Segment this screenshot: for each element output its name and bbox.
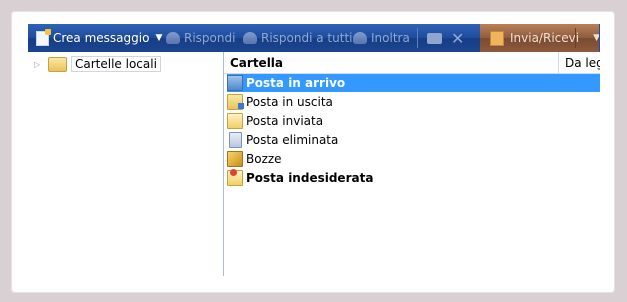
forward-label: Inoltra bbox=[371, 31, 410, 45]
tree-item-label: Cartelle locali bbox=[71, 56, 161, 72]
list-item-junk[interactable]: Posta indesiderata bbox=[227, 169, 600, 187]
forward-button[interactable]: Inoltra bbox=[353, 24, 410, 52]
reply-label: Rispondi bbox=[184, 31, 236, 45]
reply-all-button[interactable]: Rispondi a tutti bbox=[243, 24, 352, 52]
column-divider[interactable] bbox=[558, 52, 559, 73]
forward-icon bbox=[353, 32, 367, 44]
list-item-label: Posta eliminata bbox=[246, 133, 339, 147]
reply-icon bbox=[166, 32, 180, 44]
drafts-icon bbox=[227, 151, 243, 167]
list-item-outbox[interactable]: Posta in uscita bbox=[227, 93, 600, 111]
printer-icon bbox=[427, 32, 442, 44]
delete-button[interactable]: ✕ bbox=[451, 24, 464, 52]
sent-icon bbox=[227, 113, 243, 129]
list-header: Cartella Da leggere bbox=[224, 52, 600, 74]
tree-item-local-folders[interactable]: ▷ Cartelle locali bbox=[34, 56, 161, 72]
chevron-down-icon[interactable]: ▼ bbox=[155, 33, 162, 43]
print-button[interactable] bbox=[427, 24, 442, 52]
folder-tree: ▷ Cartelle locali bbox=[28, 52, 224, 276]
new-message-button[interactable]: Crea messaggio ▼ bbox=[36, 24, 162, 52]
send-receive-icon bbox=[490, 30, 504, 46]
list-item-label: Bozze bbox=[246, 152, 282, 166]
expand-arrow-icon[interactable]: ▷ bbox=[34, 60, 44, 69]
folder-list: Cartella Da leggere Posta in arrivo Post… bbox=[224, 52, 600, 276]
reply-all-icon bbox=[243, 32, 257, 44]
list-item-label: Posta indesiderata bbox=[246, 171, 374, 185]
list-item-inbox[interactable]: Posta in arrivo bbox=[227, 74, 600, 92]
trash-icon bbox=[229, 132, 242, 148]
inbox-icon bbox=[227, 75, 243, 91]
list-item-label: Posta in uscita bbox=[246, 95, 333, 109]
reply-button[interactable]: Rispondi bbox=[166, 24, 235, 52]
delete-icon: ✕ bbox=[451, 28, 465, 48]
send-receive-divider bbox=[575, 28, 576, 48]
list-item-label: Posta in arrivo bbox=[246, 76, 346, 90]
list-item-drafts[interactable]: Bozze bbox=[227, 150, 600, 168]
list-item-deleted[interactable]: Posta eliminata bbox=[227, 131, 600, 149]
outbox-icon bbox=[227, 94, 244, 110]
toolbar: Crea messaggio ▼ Rispondi Rispondi a tut… bbox=[28, 24, 600, 52]
new-message-icon bbox=[36, 28, 51, 46]
toolbar-divider bbox=[417, 28, 418, 48]
send-receive-button[interactable]: Invia/Ricevi ▼ bbox=[480, 24, 600, 52]
column-header-unread[interactable]: Da leggere bbox=[565, 56, 600, 70]
reply-all-label: Rispondi a tutti bbox=[261, 31, 353, 45]
new-message-label: Crea messaggio bbox=[53, 31, 150, 45]
folder-icon bbox=[48, 56, 67, 72]
junk-icon bbox=[227, 169, 243, 186]
list-item-sent[interactable]: Posta inviata bbox=[227, 112, 600, 130]
toolbar-edge bbox=[599, 24, 600, 52]
send-receive-label: Invia/Ricevi bbox=[510, 31, 580, 45]
list-item-label: Posta inviata bbox=[246, 114, 324, 128]
mail-window: Crea messaggio ▼ Rispondi Rispondi a tut… bbox=[28, 24, 600, 276]
column-header-folder[interactable]: Cartella bbox=[230, 56, 283, 70]
